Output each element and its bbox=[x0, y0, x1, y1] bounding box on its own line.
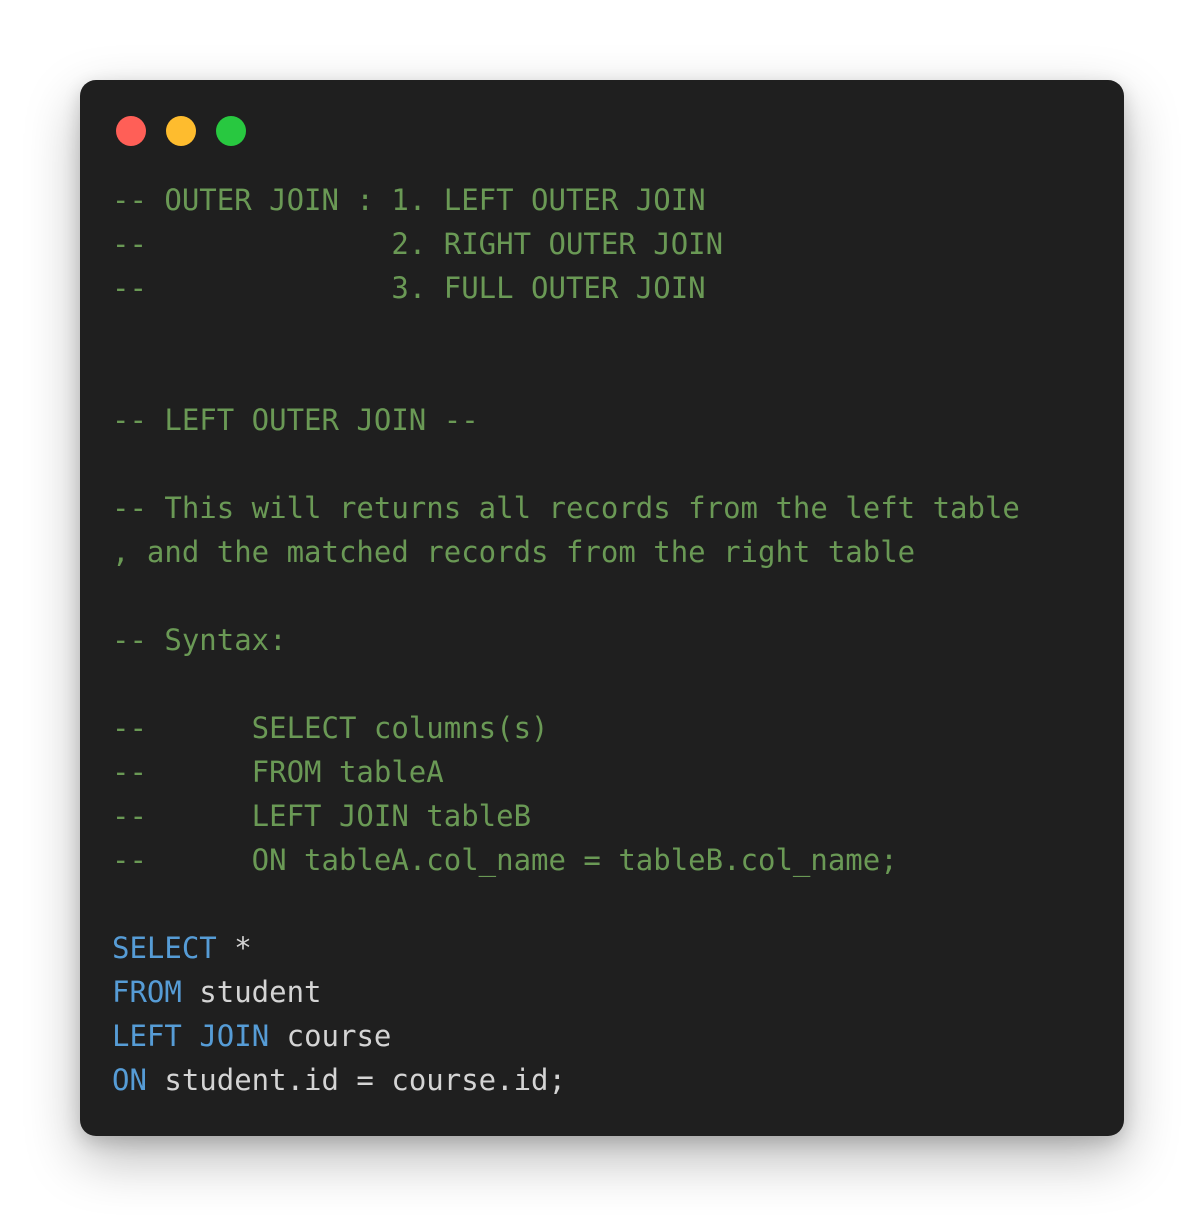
code-block: -- OUTER JOIN : 1. LEFT OUTER JOIN -- 2. … bbox=[112, 178, 1104, 1102]
code-text: student bbox=[181, 975, 322, 1009]
code-comment: -- SELECT columns(s) bbox=[112, 711, 549, 745]
code-line: -- ON tableA.col_name = tableB.col_name; bbox=[112, 838, 1104, 882]
code-keyword: SELECT bbox=[112, 931, 217, 965]
code-text: student.id = course.id; bbox=[146, 1063, 566, 1097]
code-text: course bbox=[269, 1019, 392, 1053]
code-line: -- FROM tableA bbox=[112, 750, 1104, 794]
close-button[interactable] bbox=[116, 116, 146, 146]
code-comment: -- FROM tableA bbox=[112, 755, 444, 789]
code-comment: -- OUTER JOIN : 1. LEFT OUTER JOIN bbox=[112, 183, 706, 217]
code-line: -- OUTER JOIN : 1. LEFT OUTER JOIN bbox=[112, 178, 1104, 222]
window-controls bbox=[116, 116, 246, 146]
code-line: -- SELECT columns(s) bbox=[112, 706, 1104, 750]
code-comment: -- Syntax: bbox=[112, 623, 287, 657]
maximize-button[interactable] bbox=[216, 116, 246, 146]
code-line: -- 3. FULL OUTER JOIN bbox=[112, 266, 1104, 310]
code-line: LEFT JOIN course bbox=[112, 1014, 1104, 1058]
minimize-button[interactable] bbox=[166, 116, 196, 146]
code-comment: -- 3. FULL OUTER JOIN bbox=[112, 271, 706, 305]
code-keyword: JOIN bbox=[199, 1019, 270, 1053]
code-keyword: ON bbox=[112, 1063, 147, 1097]
code-comment: -- ON tableA.col_name = tableB.col_name; bbox=[112, 843, 898, 877]
code-line: -- LEFT JOIN tableB bbox=[112, 794, 1104, 838]
code-window: -- OUTER JOIN : 1. LEFT OUTER JOIN -- 2. … bbox=[80, 80, 1124, 1136]
code-text: * bbox=[216, 931, 252, 965]
code-line: -- 2. RIGHT OUTER JOIN bbox=[112, 222, 1104, 266]
code-comment: -- LEFT JOIN tableB bbox=[112, 799, 532, 833]
code-line: , and the matched records from the right… bbox=[112, 530, 1104, 574]
code-comment: -- This will returns all records from th… bbox=[112, 491, 1020, 525]
code-line: FROM student bbox=[112, 970, 1104, 1014]
code-line: -- This will returns all records from th… bbox=[112, 486, 1104, 530]
code-comment: , and the matched records from the right… bbox=[112, 535, 916, 569]
code-line: SELECT * bbox=[112, 926, 1104, 970]
code-comment: -- LEFT OUTER JOIN -- bbox=[112, 403, 479, 437]
code-line: -- Syntax: bbox=[112, 618, 1104, 662]
code-comment: -- 2. RIGHT OUTER JOIN bbox=[112, 227, 724, 261]
code-line: ON student.id = course.id; bbox=[112, 1058, 1104, 1102]
code-keyword: FROM bbox=[112, 975, 182, 1009]
code-keyword: LEFT bbox=[112, 1019, 182, 1053]
code-line: -- LEFT OUTER JOIN -- bbox=[112, 398, 1104, 442]
